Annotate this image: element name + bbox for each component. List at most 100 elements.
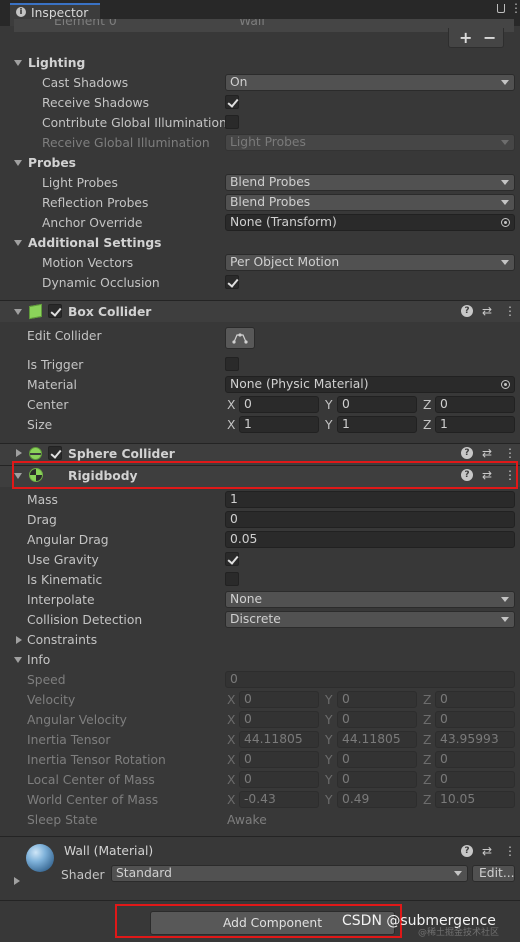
size-y-axis: Y	[325, 418, 333, 432]
cast-shadows-value: On	[230, 75, 248, 89]
collision-detection-label: Collision Detection	[27, 613, 143, 627]
info-label[interactable]: Info	[27, 652, 50, 668]
interpolate-dropdown[interactable]: None	[225, 591, 515, 608]
inertia-tensor-x-field: 44.11805	[239, 731, 319, 748]
velocity-x-field: 0	[239, 691, 319, 708]
size-y-field[interactable]: 1	[337, 416, 417, 433]
world-com-z-axis: Z	[423, 793, 432, 807]
chevron-down-icon	[501, 260, 509, 265]
angular-drag-field[interactable]: 0.05	[225, 531, 515, 548]
shader-value: Standard	[116, 866, 172, 880]
inertia-rotation-x-field: 0	[239, 751, 319, 768]
lock-icon[interactable]	[497, 4, 505, 13]
box-collider-foldout-arrow[interactable]	[14, 309, 22, 315]
center-z-axis: Z	[423, 398, 432, 412]
motion-vectors-dropdown[interactable]: Per Object Motion	[225, 254, 515, 271]
reflection-probes-dropdown[interactable]: Blend Probes	[225, 194, 515, 211]
center-y-field[interactable]: 0	[337, 396, 417, 413]
cast-shadows-dropdown[interactable]: On	[225, 74, 515, 91]
center-y-axis: Y	[325, 398, 333, 412]
menu-icon[interactable]: ⋮	[504, 446, 516, 460]
velocity-z-axis: Z	[423, 693, 432, 707]
world-com-label: World Center of Mass	[27, 793, 159, 807]
menu-icon[interactable]: ⋮	[510, 2, 520, 14]
edit-collider-button[interactable]	[225, 327, 255, 349]
angular-velocity-x-axis: X	[227, 713, 236, 727]
inertia-rotation-y-axis: Y	[325, 753, 333, 767]
mass-field[interactable]: 1	[225, 491, 515, 508]
lighting-header[interactable]: Lighting	[28, 55, 85, 71]
material-separator	[0, 836, 520, 837]
material-foldout-arrow[interactable]	[14, 877, 20, 885]
constraints-label[interactable]: Constraints	[27, 632, 97, 648]
shader-edit-button[interactable]: Edit...	[472, 865, 515, 882]
target-icon[interactable]	[501, 380, 510, 389]
world-com-x-axis: X	[227, 793, 236, 807]
probes-foldout-arrow[interactable]	[14, 160, 22, 166]
dynamic-occlusion-checkbox[interactable]	[225, 275, 239, 289]
sphere-collider-enabled-checkbox[interactable]	[48, 446, 62, 460]
velocity-x-axis: X	[227, 693, 236, 707]
physic-material-value: None (Physic Material)	[230, 377, 369, 391]
constraints-foldout-arrow[interactable]	[16, 636, 22, 644]
menu-icon[interactable]: ⋮	[504, 844, 516, 858]
receive-gi-dropdown: Light Probes	[225, 134, 515, 151]
inertia-tensor-label: Inertia Tensor	[27, 733, 111, 747]
dynamic-occlusion-label: Dynamic Occlusion	[42, 276, 160, 290]
light-probes-dropdown[interactable]: Blend Probes	[225, 174, 515, 191]
receive-gi-value: Light Probes	[230, 135, 306, 149]
collision-detection-dropdown[interactable]: Discrete	[225, 611, 515, 628]
menu-icon[interactable]: ⋮	[504, 304, 516, 318]
prev-element-value: Wall	[239, 19, 265, 28]
is-trigger-checkbox[interactable]	[225, 357, 239, 371]
box-collider-enabled-checkbox[interactable]	[48, 304, 62, 318]
local-com-y-axis: Y	[325, 773, 333, 787]
contribute-gi-checkbox[interactable]	[225, 115, 239, 129]
anchor-override-field[interactable]: None (Transform)	[225, 214, 515, 231]
center-x-field[interactable]: 0	[239, 396, 319, 413]
receive-shadows-checkbox[interactable]	[225, 95, 239, 109]
highlight-box-rigidbody	[12, 461, 518, 489]
velocity-y-axis: Y	[325, 693, 333, 707]
cast-shadows-label: Cast Shadows	[42, 76, 129, 90]
additional-settings-header[interactable]: Additional Settings	[28, 235, 161, 251]
minus-icon[interactable]: −	[483, 28, 496, 48]
preset-icon[interactable]: ⇄	[482, 446, 492, 460]
info-foldout-arrow[interactable]	[14, 657, 22, 663]
lighting-foldout-arrow[interactable]	[14, 60, 22, 66]
local-com-z-axis: Z	[423, 773, 432, 787]
inertia-rotation-y-field: 0	[337, 751, 417, 768]
probes-header[interactable]: Probes	[28, 155, 76, 171]
angular-drag-label: Angular Drag	[27, 533, 109, 547]
help-icon[interactable]: ?	[461, 845, 473, 857]
use-gravity-checkbox[interactable]	[225, 552, 239, 566]
material-title: Wall (Material)	[64, 844, 154, 858]
size-z-field[interactable]: 1	[435, 416, 515, 433]
sphere-collider-foldout-arrow[interactable]	[16, 449, 22, 457]
mass-label: Mass	[27, 493, 58, 507]
size-x-field[interactable]: 1	[239, 416, 319, 433]
inertia-tensor-y-field: 44.11805	[337, 731, 417, 748]
help-icon[interactable]: ?	[461, 305, 473, 317]
prev-element-label: Element 0	[54, 19, 117, 28]
plus-icon[interactable]: +	[459, 28, 472, 48]
target-icon[interactable]	[501, 218, 510, 227]
additional-foldout-arrow[interactable]	[14, 240, 22, 246]
sleep-state-value: Awake	[227, 813, 267, 827]
center-z-field[interactable]: 0	[435, 396, 515, 413]
preset-icon[interactable]: ⇄	[482, 844, 492, 858]
chevron-down-icon	[501, 80, 509, 85]
local-com-x-axis: X	[227, 773, 236, 787]
help-icon[interactable]: ?	[461, 447, 473, 459]
box-collider-title: Box Collider	[68, 305, 152, 319]
material-preview-sphere	[26, 844, 54, 872]
sphere-collider-title: Sphere Collider	[68, 447, 175, 461]
shader-dropdown[interactable]: Standard	[111, 865, 468, 882]
is-kinematic-checkbox[interactable]	[225, 572, 239, 586]
world-com-y-axis: Y	[325, 793, 333, 807]
motion-vectors-value: Per Object Motion	[230, 255, 340, 269]
light-probes-value: Blend Probes	[230, 175, 311, 189]
physic-material-field[interactable]: None (Physic Material)	[225, 376, 515, 393]
preset-icon[interactable]: ⇄	[482, 304, 492, 318]
drag-field[interactable]: 0	[225, 511, 515, 528]
